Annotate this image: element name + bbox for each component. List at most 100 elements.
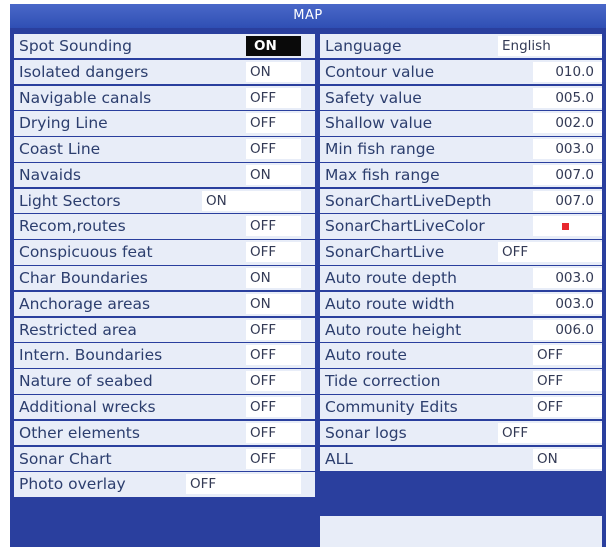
setting-value[interactable]: OFF — [533, 371, 602, 392]
setting-value[interactable]: English — [498, 36, 602, 56]
setting-row-drying-line[interactable]: Drying Line OFF — [14, 111, 315, 136]
setting-label: Max fish range — [325, 165, 440, 184]
setting-label: Tide correction — [325, 372, 441, 391]
setting-value[interactable]: OFF — [186, 474, 301, 495]
setting-label: Min fish range — [325, 140, 436, 159]
setting-row-restricted-area[interactable]: Restricted area OFF — [14, 317, 315, 342]
setting-label: Auto route depth — [325, 269, 457, 288]
setting-row-sonar-chart[interactable]: Sonar Chart OFF — [14, 446, 315, 471]
setting-row-char-boundaries[interactable]: Char Boundaries ON — [14, 266, 315, 291]
setting-value[interactable]: OFF — [533, 396, 602, 417]
setting-value[interactable]: OFF — [246, 371, 301, 392]
setting-value[interactable]: 002.0 — [533, 113, 602, 134]
setting-value[interactable]: ON — [246, 36, 301, 56]
setting-row-anchorage-areas[interactable]: Anchorage areas ON — [14, 291, 315, 317]
setting-row-tide-correction[interactable]: Tide correction OFF — [320, 369, 602, 394]
setting-value[interactable]: OFF — [498, 422, 602, 443]
setting-value[interactable]: OFF — [246, 216, 301, 237]
setting-label: Auto route width — [325, 294, 455, 313]
setting-label: SonarChartLive — [325, 243, 445, 262]
setting-value[interactable]: 006.0 — [533, 319, 602, 340]
setting-value[interactable]: OFF — [246, 319, 301, 340]
setting-row-shallow-value[interactable]: Shallow value 002.0 — [320, 111, 602, 136]
setting-label: Coast Line — [19, 140, 101, 159]
setting-value[interactable]: 003.0 — [533, 293, 602, 314]
setting-value[interactable]: OFF — [246, 242, 301, 263]
setting-row-conspicuous-feat[interactable]: Conspicuous feat OFF — [14, 240, 315, 265]
setting-label: ALL — [325, 449, 353, 468]
setting-row-sonarchartlive[interactable]: SonarChartLive OFF — [320, 240, 602, 265]
setting-row-light-sectors[interactable]: Light Sectors ON — [14, 188, 315, 214]
setting-row-sonar-logs[interactable]: Sonar logs OFF — [320, 420, 602, 446]
setting-row-auto-route-width[interactable]: Auto route width 003.0 — [320, 291, 602, 317]
setting-value[interactable]: OFF — [246, 87, 301, 108]
setting-label: Nature of seabed — [19, 372, 153, 391]
setting-label: Auto route height — [325, 320, 462, 339]
setting-row-nature-of-seabed[interactable]: Nature of seabed OFF — [14, 369, 315, 394]
setting-label: Intern. Boundaries — [19, 346, 163, 365]
setting-label: Char Boundaries — [19, 269, 148, 288]
setting-value[interactable]: 005.0 — [533, 87, 602, 108]
map-settings-panel: MAP Spot Sounding ON Isolated dangers ON… — [10, 4, 606, 547]
setting-value[interactable]: ON — [533, 448, 602, 469]
setting-row-safety-value[interactable]: Safety value 005.0 — [320, 85, 602, 110]
color-value-box[interactable] — [533, 216, 602, 237]
setting-value[interactable]: 007.0 — [533, 190, 602, 211]
setting-label: Navaids — [19, 165, 81, 184]
setting-value[interactable]: ON — [246, 61, 301, 82]
setting-row-max-fish-range[interactable]: Max fish range 007.0 — [320, 162, 602, 188]
setting-row-language[interactable]: Language English — [320, 34, 602, 59]
setting-row-photo-overlay[interactable]: Photo overlay OFF — [14, 472, 315, 497]
panel-title: MAP — [10, 4, 606, 28]
setting-row-navaids[interactable]: Navaids ON — [14, 162, 315, 188]
setting-value[interactable]: 003.0 — [533, 139, 602, 160]
setting-value[interactable]: ON — [246, 293, 301, 314]
setting-row-auto-route-height[interactable]: Auto route height 006.0 — [320, 317, 602, 342]
setting-label: Restricted area — [19, 320, 137, 339]
setting-row-sonarchartlive-color[interactable]: SonarChartLiveColor — [320, 214, 602, 239]
setting-value[interactable]: OFF — [246, 396, 301, 417]
setting-label: Drying Line — [19, 114, 108, 133]
setting-row-community-edits[interactable]: Community Edits OFF — [320, 394, 602, 420]
setting-label: Additional wrecks — [19, 397, 156, 416]
right-settings-column: Language English Contour value 010.0 Saf… — [320, 34, 602, 472]
setting-value[interactable]: OFF — [246, 448, 301, 469]
setting-label: Spot Sounding — [19, 37, 132, 55]
setting-label: Safety value — [325, 88, 422, 107]
setting-label: Sonar logs — [325, 423, 407, 442]
setting-value[interactable]: ON — [202, 190, 301, 211]
setting-row-isolated-dangers[interactable]: Isolated dangers ON — [14, 59, 315, 85]
setting-label: Recom,routes — [19, 217, 126, 236]
setting-row-navigable-canals[interactable]: Navigable canals OFF — [14, 85, 315, 110]
setting-row-contour-value[interactable]: Contour value 010.0 — [320, 59, 602, 85]
setting-row-sonarchartlive-depth[interactable]: SonarChartLiveDepth 007.0 — [320, 188, 602, 214]
setting-row-recom-routes[interactable]: Recom,routes OFF — [14, 214, 315, 239]
setting-value[interactable]: OFF — [246, 139, 301, 160]
setting-value[interactable]: 003.0 — [533, 268, 602, 289]
setting-value[interactable]: ON — [246, 268, 301, 289]
setting-row-min-fish-range[interactable]: Min fish range 003.0 — [320, 137, 602, 162]
setting-value[interactable]: ON — [246, 164, 301, 185]
setting-label: Contour value — [325, 62, 435, 81]
setting-value[interactable]: OFF — [498, 242, 602, 263]
setting-row-additional-wrecks[interactable]: Additional wrecks OFF — [14, 394, 315, 420]
setting-label: Sonar Chart — [19, 449, 112, 468]
setting-value[interactable]: OFF — [246, 422, 301, 443]
setting-label: Shallow value — [325, 114, 433, 133]
setting-row-auto-route[interactable]: Auto route OFF — [320, 343, 602, 368]
setting-row-spot-sounding[interactable]: Spot Sounding ON — [14, 34, 315, 59]
setting-value[interactable]: 007.0 — [533, 164, 602, 185]
setting-row-other-elements[interactable]: Other elements OFF — [14, 420, 315, 446]
setting-value[interactable]: OFF — [246, 113, 301, 134]
setting-label: Language — [325, 37, 402, 55]
setting-row-auto-route-depth[interactable]: Auto route depth 003.0 — [320, 266, 602, 291]
setting-value[interactable]: OFF — [246, 345, 301, 366]
left-settings-column: Spot Sounding ON Isolated dangers ON Nav… — [14, 34, 315, 498]
setting-row-coast-line[interactable]: Coast Line OFF — [14, 137, 315, 162]
setting-row-all[interactable]: ALL ON — [320, 446, 602, 471]
setting-value[interactable]: 010.0 — [533, 61, 602, 82]
setting-label: SonarChartLiveColor — [325, 217, 485, 236]
setting-row-intern-boundaries[interactable]: Intern. Boundaries OFF — [14, 343, 315, 368]
empty-cell — [320, 516, 602, 547]
setting-value[interactable]: OFF — [533, 345, 602, 366]
